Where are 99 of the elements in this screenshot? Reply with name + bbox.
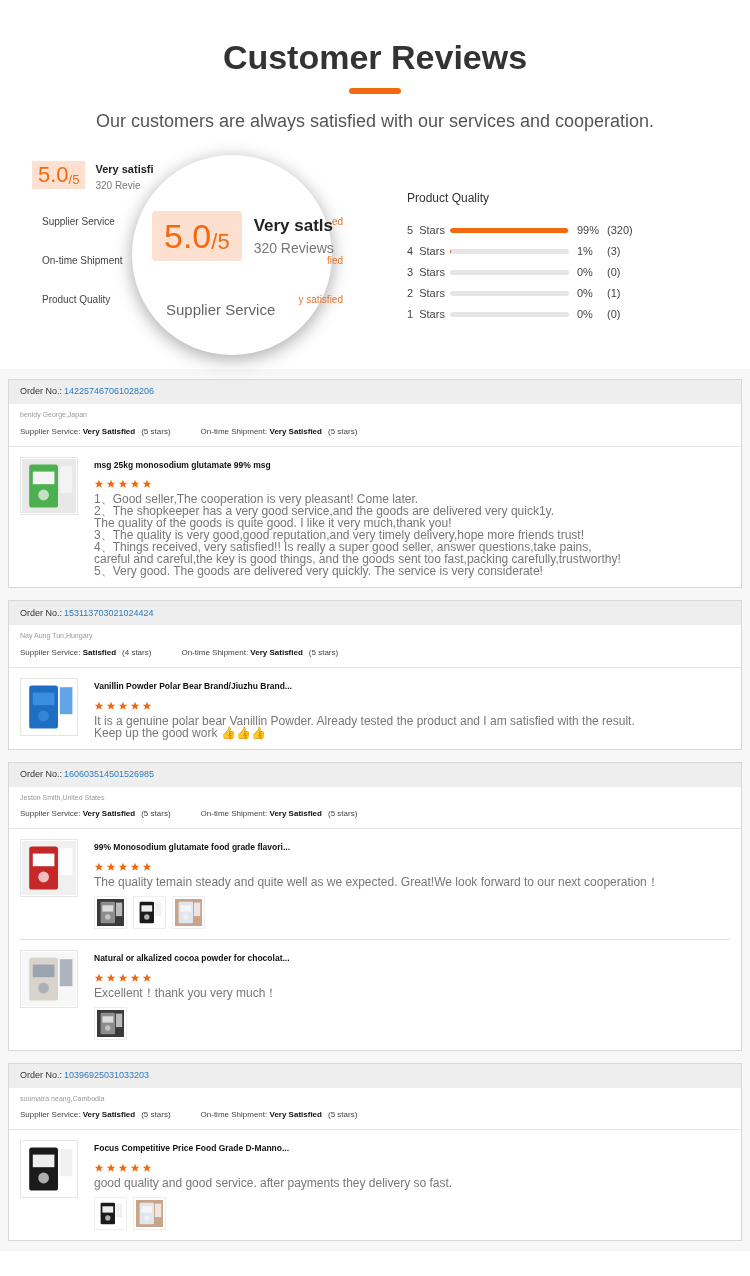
bar-count: (320) bbox=[607, 222, 633, 238]
order-number[interactable]: 142257467061028206 bbox=[64, 385, 155, 399]
rating-label: Supplier Service bbox=[165, 300, 276, 320]
star-icon bbox=[130, 861, 140, 872]
review-comment: 1、Good seller,The cooperation is very pleasant! Come later. 2、The shopkeeper has a very good service,and the goods are delivered very quick1y. The quality of the goods is quite good. I like it very much,thank you! 3、The quality is very good,good reputation,and very timely delivery,hope more friends trust! 4、Things received, very satisfied!! Is really a super good seller, answer questions,take pains, careful and careful,the key is good things, and the goods sent too fast,packing carefully,trustworthy! 5、Very good. The goods are delivered very quickly. The service is very considerate! bbox=[94, 493, 621, 578]
rating-value: y satisfied bbox=[298, 292, 343, 307]
rating-label: Supplier Service: Very Satisfied bbox=[20, 425, 136, 438]
bar-label: 3 Stars bbox=[407, 264, 446, 280]
star-icon bbox=[142, 479, 152, 490]
score-badge: 5.0/5 bbox=[152, 211, 242, 261]
star-icon bbox=[94, 479, 104, 490]
star-icon bbox=[118, 700, 128, 711]
star-icon bbox=[106, 972, 116, 983]
star-icon bbox=[118, 1162, 128, 1173]
bar-label: 2 Stars bbox=[407, 285, 446, 301]
rating-label: Supplier Service: Satisfied bbox=[20, 646, 117, 659]
product-title[interactable]: msg 25kg monosodium glutamate 99% msg bbox=[94, 458, 621, 472]
review-comment: The quality temain steady and quite well as we expected. Great!We look forward to our next cooperation！ bbox=[94, 875, 659, 888]
bar-percent: 0% bbox=[577, 264, 594, 280]
order-number[interactable]: 153113703021024424 bbox=[64, 606, 154, 620]
star-icon bbox=[130, 479, 140, 490]
star-icon bbox=[118, 972, 128, 983]
review-comment: It is a genuine polar bear Vanillin Powder. Already tested the product and I am satisfied with the result. Keep up the good work 👍👍👍 bbox=[94, 714, 635, 739]
product-title[interactable]: 99% Monosodium glutamate food grade flavori... bbox=[94, 841, 659, 854]
score-badge: 5.0/5 bbox=[32, 161, 86, 189]
order-number[interactable]: 10396925031033203 bbox=[64, 1068, 150, 1083]
review-count: 320 Revie bbox=[95, 178, 142, 193]
star-icon bbox=[94, 972, 104, 983]
review-photo[interactable] bbox=[94, 1196, 127, 1230]
order-label: Order No.: bbox=[20, 1068, 62, 1082]
star-icon bbox=[94, 700, 104, 711]
review-photo[interactable] bbox=[133, 895, 166, 929]
star-icon bbox=[130, 700, 140, 711]
star-icon bbox=[142, 1162, 152, 1173]
rating-label: Supplier Service: Very Satisfied bbox=[20, 1109, 136, 1121]
verdict: Very satisfi bbox=[95, 162, 154, 177]
star-icon bbox=[142, 861, 152, 872]
rating-label: Supplier Service: Very Satisfied bbox=[20, 808, 136, 820]
rating-label: On-time Shipment: Very Satisfied bbox=[200, 808, 322, 820]
star-icon bbox=[142, 700, 152, 711]
rating-stars-text: (5 stars) bbox=[308, 646, 339, 659]
order-label: Order No.: bbox=[20, 385, 62, 399]
product-thumbnail[interactable] bbox=[20, 677, 78, 736]
section-title: Product Quality bbox=[407, 190, 491, 207]
subtitle: Our customers are always satisfied with our services and cooperation. bbox=[95, 110, 655, 133]
rating-stars-text: (4 stars) bbox=[122, 646, 152, 659]
rating-label: On-time Shipment: Very Satisfied bbox=[200, 1109, 322, 1121]
bar-percent: 1% bbox=[577, 243, 594, 259]
product-title[interactable]: Vanillin Powder Polar Bear Brand/Jiuzhu Brand... bbox=[94, 679, 635, 693]
bar-percent: 0% bbox=[577, 306, 594, 322]
page-title: Customer Reviews bbox=[222, 40, 528, 74]
rating-stars-text: (5 stars) bbox=[327, 1109, 358, 1121]
verdict: Very satls bbox=[253, 214, 334, 237]
bar-count: (0) bbox=[607, 264, 621, 280]
review-photo[interactable] bbox=[94, 895, 127, 929]
rating-label: Supplier Service bbox=[42, 214, 115, 229]
rating-label: On-time Shipment: Very Satisfied bbox=[181, 646, 303, 659]
star-icon bbox=[106, 861, 116, 872]
product-thumbnail[interactable] bbox=[20, 839, 78, 897]
order-label: Order No.: bbox=[20, 767, 62, 781]
star-icon bbox=[94, 861, 104, 872]
star-icon bbox=[118, 861, 128, 872]
rating-stars-text: (5 stars) bbox=[141, 425, 171, 438]
star-icon bbox=[118, 479, 128, 490]
product-thumbnail[interactable] bbox=[20, 456, 78, 515]
star-icon bbox=[130, 972, 140, 983]
star-icon bbox=[142, 972, 152, 983]
rating-stars-text: (5 stars) bbox=[141, 808, 171, 820]
review-comment: good quality and good service. after payments they delivery so fast. bbox=[94, 1176, 453, 1189]
star-icon bbox=[94, 1162, 104, 1173]
bar-count: (3) bbox=[607, 243, 621, 259]
rating-value: ed bbox=[331, 214, 343, 227]
bar-label: 4 Stars bbox=[407, 243, 446, 259]
rating-stars-text: (5 stars) bbox=[327, 808, 358, 820]
bar-count: (0) bbox=[607, 306, 621, 322]
star-icon bbox=[106, 479, 116, 490]
bar-label: 1 Stars bbox=[407, 306, 446, 322]
product-thumbnail[interactable] bbox=[20, 1140, 78, 1198]
rating-stars-text: (5 stars) bbox=[141, 1109, 171, 1121]
bar-label: 5 Stars bbox=[407, 222, 446, 238]
star-icon bbox=[130, 1162, 140, 1173]
star-icon bbox=[106, 1162, 116, 1173]
star-icon bbox=[106, 700, 116, 711]
rating-label: Product Quality bbox=[42, 292, 111, 307]
rating-value: fied bbox=[326, 253, 343, 268]
order-label: Order No.: bbox=[20, 606, 62, 620]
bar-percent: 99% bbox=[577, 222, 601, 238]
bar-percent: 0% bbox=[577, 285, 594, 301]
rating-stars-text: (5 stars) bbox=[327, 425, 358, 438]
review-photo[interactable] bbox=[94, 1006, 127, 1040]
product-title[interactable]: Focus Competitive Price Food Grade D-Manno... bbox=[94, 1142, 453, 1155]
rating-label: On-time Shipment bbox=[42, 253, 123, 268]
title-underline bbox=[349, 88, 401, 94]
review-comment: Excellent！thank you very much！ bbox=[94, 986, 279, 999]
bar-count: (1) bbox=[607, 285, 621, 301]
rating-label: On-time Shipment: Very Satisfied bbox=[200, 425, 322, 438]
product-title[interactable]: Natural or alkalized cocoa powder for chocolat... bbox=[94, 951, 290, 965]
product-thumbnail[interactable] bbox=[20, 949, 78, 1008]
order-number[interactable]: 160603514501526985 bbox=[64, 767, 155, 782]
